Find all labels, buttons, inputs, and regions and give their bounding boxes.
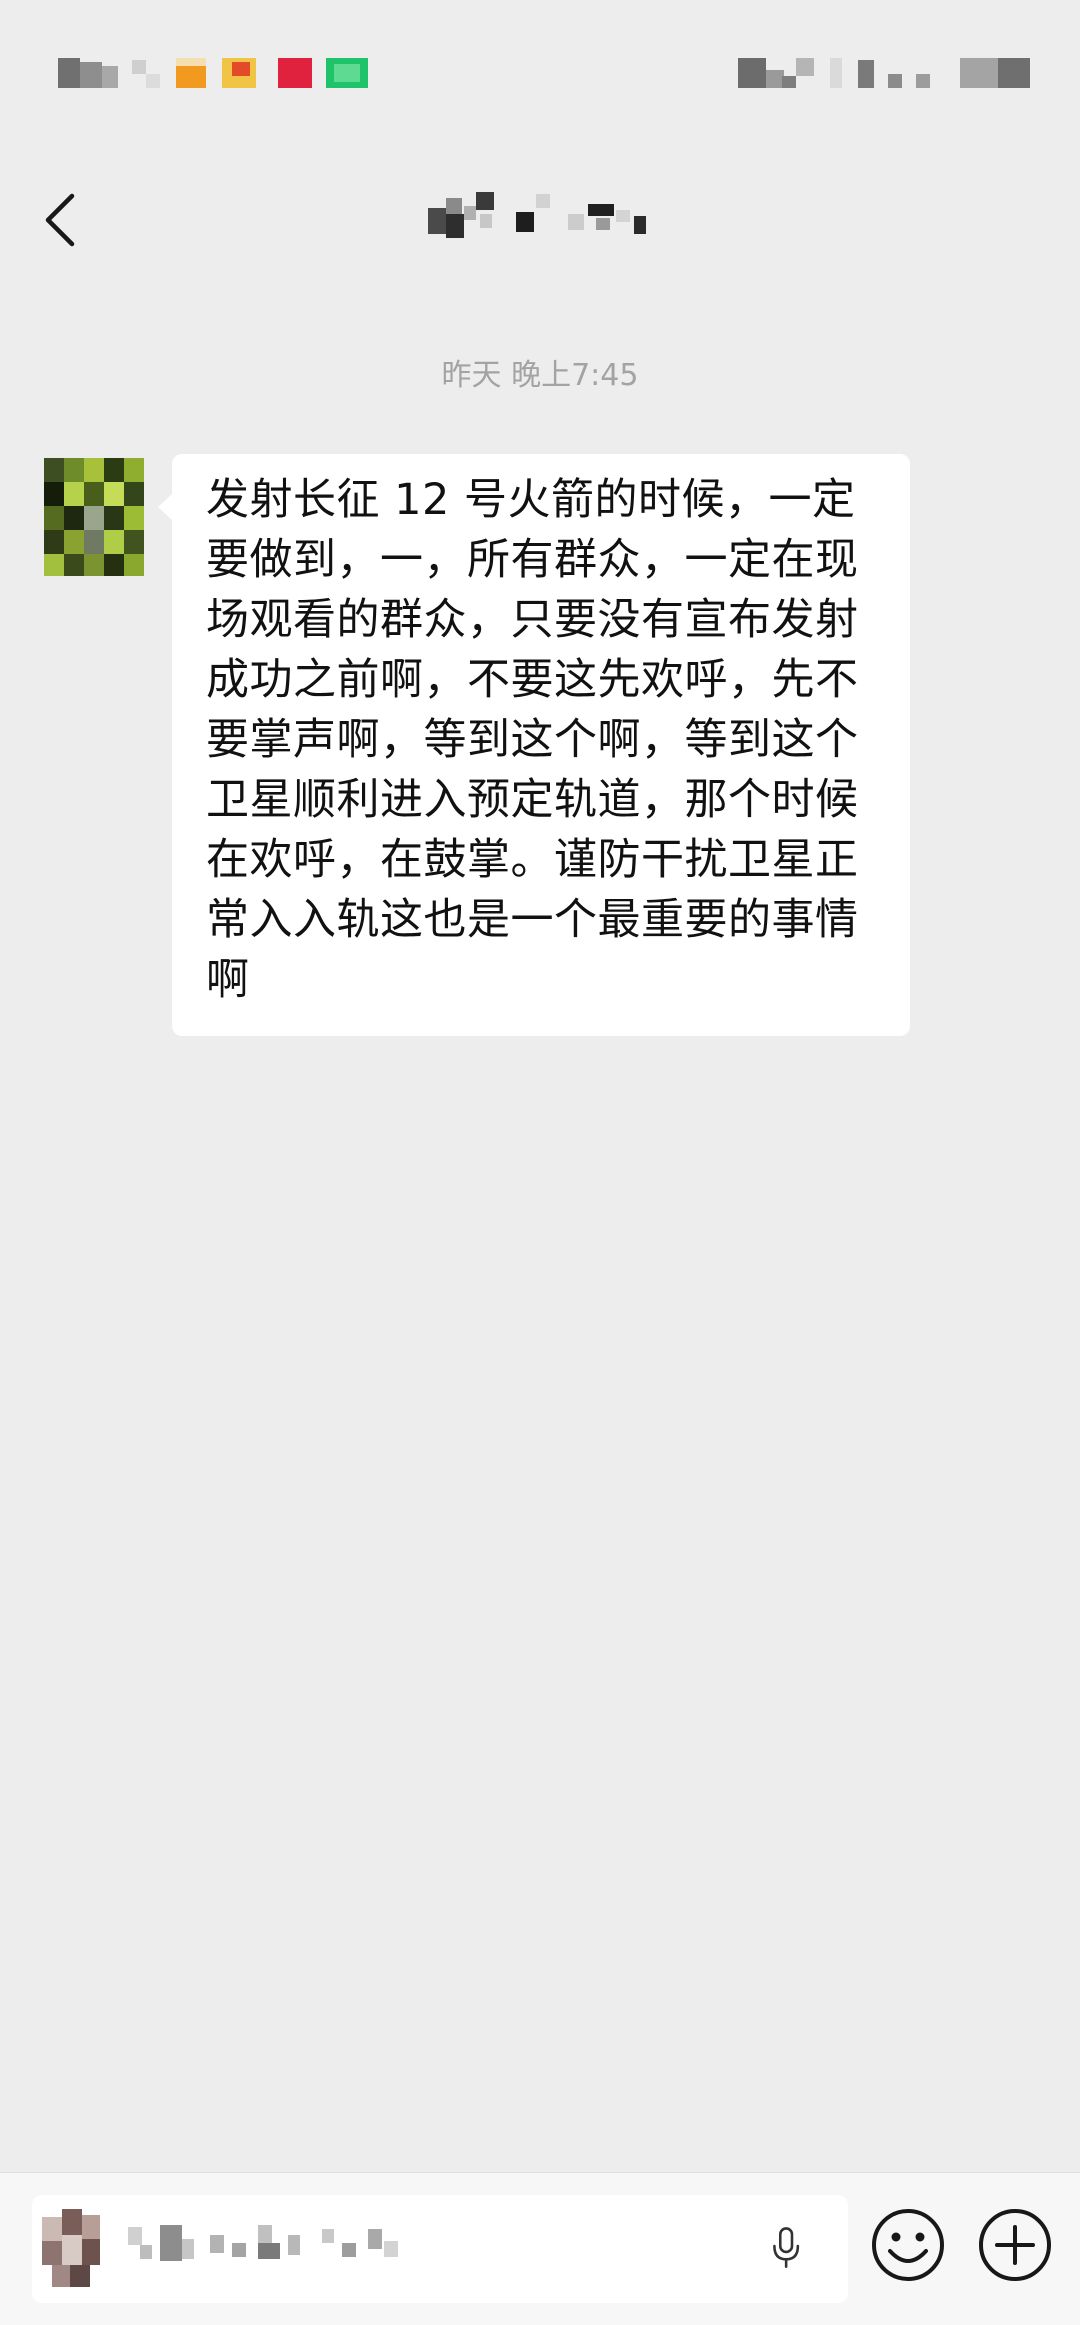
notification-icon — [278, 58, 312, 88]
contact-avatar[interactable] — [44, 458, 144, 576]
chat-title-redacted — [420, 188, 660, 258]
back-button[interactable] — [30, 170, 120, 270]
status-bar — [0, 0, 1080, 150]
notification-icon — [176, 66, 206, 88]
message-timestamp: 昨天 晚上7:45 — [441, 358, 639, 393]
signal-icon — [738, 58, 766, 88]
chat-header — [0, 150, 1080, 290]
chevron-left-icon — [45, 193, 75, 247]
microphone-icon[interactable] — [770, 2221, 814, 2277]
more-button[interactable] — [975, 2205, 1055, 2285]
plus-circle-icon — [979, 2209, 1051, 2281]
status-time-redacted — [58, 58, 80, 88]
smiley-icon — [872, 2209, 944, 2281]
emoji-button[interactable] — [868, 2205, 948, 2285]
message-input[interactable] — [32, 2195, 848, 2303]
message-list[interactable]: 昨天 晚上7:45 发射长征 12 号火箭的时候，一定要做到，一，所有群众，一定… — [0, 290, 1080, 2170]
chat-input-bar — [0, 2172, 1080, 2325]
battery-icon — [960, 58, 998, 88]
message-bubble[interactable]: 发射长征 12 号火箭的时候，一定要做到，一，所有群众，一定在现场观看的群众，只… — [158, 454, 910, 1036]
